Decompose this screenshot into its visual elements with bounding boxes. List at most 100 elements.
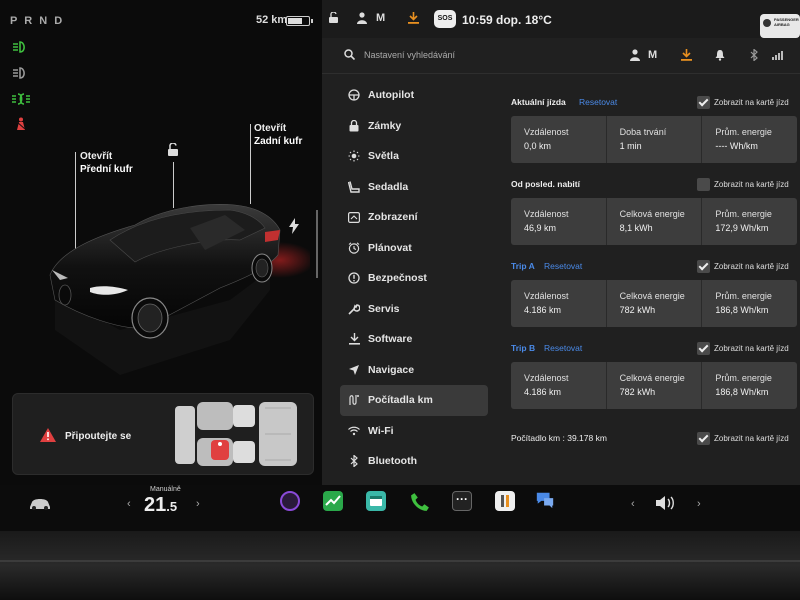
trip-a-header: Trip A Resetovat Zobrazit na kartě jízd bbox=[511, 260, 798, 274]
current-drive-reset-link[interactable]: Resetovat bbox=[579, 97, 617, 107]
lte-signal-icon bbox=[772, 51, 783, 60]
stat-value: 186,8 Wh/km bbox=[715, 305, 769, 315]
menu-item-software[interactable]: Software bbox=[340, 324, 488, 355]
stat-value: 1 min bbox=[619, 141, 642, 151]
current-drive-show-checkbox[interactable] bbox=[697, 96, 710, 109]
since-charge-show-checkbox[interactable] bbox=[697, 178, 710, 191]
download-update-icon[interactable] bbox=[681, 49, 692, 61]
menu-label: Plánovat bbox=[368, 241, 412, 254]
menu-item-seats[interactable]: Sedadla bbox=[340, 172, 488, 203]
stat-key: Celková energie bbox=[619, 291, 685, 301]
settings-menu: Autopilot Zámky Světla Sedadla Zobrazení… bbox=[340, 80, 488, 477]
stat-key: Vzdálenost bbox=[524, 127, 569, 137]
temp-down-arrow[interactable]: ‹ bbox=[127, 498, 131, 510]
show-on-card-label: Zobrazit na kartě jízd bbox=[714, 98, 789, 107]
temp-up-arrow[interactable]: › bbox=[196, 498, 200, 510]
stat-value: 46,9 km bbox=[524, 223, 557, 233]
stat-cell: Celková energie 782 kWh bbox=[607, 362, 703, 409]
settings-search-input[interactable] bbox=[364, 46, 564, 64]
seat-map-icon bbox=[175, 402, 297, 466]
trip-b-reset-link[interactable]: Resetovat bbox=[544, 343, 582, 353]
stat-cell: Vzdálenost 0,0 km bbox=[511, 116, 607, 163]
download-update-icon[interactable] bbox=[408, 12, 419, 24]
show-on-card-label: Zobrazit na kartě jízd bbox=[714, 344, 789, 353]
menu-item-display[interactable]: Zobrazení bbox=[340, 202, 488, 233]
volume-up-arrow[interactable]: › bbox=[697, 498, 701, 510]
odometer-show-checkbox[interactable] bbox=[697, 432, 710, 445]
stat-value: 782 kWh bbox=[619, 387, 656, 397]
odometer-readout: Počítadlo km : 39.178 km bbox=[511, 433, 607, 443]
menu-label: Wi-Fi bbox=[368, 424, 394, 437]
stat-value: 186,8 Wh/km bbox=[715, 387, 769, 397]
toybox-app-icon[interactable] bbox=[495, 491, 515, 511]
menu-item-trips[interactable]: Počítadla km bbox=[340, 385, 488, 416]
stat-key: Vzdálenost bbox=[524, 373, 569, 383]
stat-key: Celková energie bbox=[619, 373, 685, 383]
since-charge-header: Od posled. nabití Zobrazit na kartě jízd bbox=[511, 178, 798, 192]
bell-icon[interactable] bbox=[715, 49, 725, 61]
passenger-airbag-indicator: PASSENGER AIRBAG bbox=[760, 14, 800, 38]
energy-app-icon[interactable] bbox=[323, 491, 343, 511]
warning-triangle-icon bbox=[40, 428, 56, 442]
trunk-label[interactable]: Otevřít Zadní kufr bbox=[254, 122, 302, 148]
stat-key: Vzdálenost bbox=[524, 291, 569, 301]
stat-value: 782 kWh bbox=[619, 305, 656, 315]
calendar-app-icon[interactable] bbox=[366, 491, 386, 511]
seatbelt-warning-text: Připoutejte se bbox=[65, 431, 132, 442]
menu-item-locks[interactable]: Zámky bbox=[340, 111, 488, 142]
car-controls-icon[interactable] bbox=[28, 497, 52, 511]
menu-item-wifi[interactable]: Wi-Fi bbox=[340, 416, 488, 447]
unlock-status-icon[interactable] bbox=[328, 12, 340, 24]
stat-cell: Vzdálenost 4.186 km bbox=[511, 362, 607, 409]
menu-item-bluetooth[interactable]: Bluetooth bbox=[340, 446, 488, 477]
profile-name[interactable]: M bbox=[648, 49, 657, 61]
sun-icon bbox=[340, 149, 368, 163]
volume-down-arrow[interactable]: ‹ bbox=[631, 498, 635, 510]
trip-b-show-checkbox[interactable] bbox=[697, 342, 710, 355]
stat-key: Prům. energie bbox=[715, 127, 772, 137]
stat-key: Doba trvání bbox=[619, 127, 667, 137]
bluetooth-icon[interactable] bbox=[750, 49, 758, 61]
stat-value: ---- Wh/km bbox=[715, 141, 758, 151]
stat-cell: Vzdálenost 4.186 km bbox=[511, 280, 607, 327]
menu-item-service[interactable]: Servis bbox=[340, 294, 488, 325]
unlock-icon[interactable] bbox=[166, 142, 180, 162]
current-drive-card: Vzdálenost 0,0 km Doba trvání 1 min Prům. … bbox=[511, 116, 797, 163]
stat-cell: Celková energie 8,1 kWh bbox=[607, 198, 703, 245]
frunk-action: Otevřít bbox=[80, 151, 113, 162]
menu-item-safety[interactable]: Bezpečnost bbox=[340, 263, 488, 294]
messages-app-icon[interactable] bbox=[535, 490, 555, 510]
more-apps-icon[interactable]: ··· bbox=[452, 491, 472, 511]
show-on-card-label: Zobrazit na kartě jízd bbox=[714, 262, 789, 271]
menu-item-schedule[interactable]: Plánovat bbox=[340, 233, 488, 264]
info-circle-icon bbox=[340, 271, 368, 285]
range-readout: 52 km bbox=[256, 14, 288, 26]
car-illustration bbox=[40, 180, 315, 380]
lock-icon bbox=[340, 119, 368, 133]
cabin-temperature[interactable]: 21.5 bbox=[144, 494, 177, 517]
stat-value: 4.186 km bbox=[524, 387, 562, 397]
volume-icon[interactable] bbox=[655, 495, 677, 511]
menu-item-lights[interactable]: Světla bbox=[340, 141, 488, 172]
seatbelt-warning-icon bbox=[11, 117, 31, 131]
auto-headlight-icon bbox=[11, 66, 31, 80]
trip-a-show-checkbox[interactable] bbox=[697, 260, 710, 273]
phone-app-icon[interactable] bbox=[410, 492, 430, 512]
steering-wheel-icon bbox=[340, 88, 368, 102]
menu-label: Autopilot bbox=[368, 89, 415, 102]
menu-item-navigation[interactable]: Navigace bbox=[340, 355, 488, 386]
wifi-icon bbox=[340, 424, 368, 438]
sos-button[interactable]: SOS bbox=[434, 10, 456, 28]
menu-label: Servis bbox=[368, 302, 400, 315]
camera-app-icon[interactable] bbox=[280, 491, 300, 511]
menu-item-autopilot[interactable]: Autopilot bbox=[340, 80, 488, 111]
current-drive-title: Aktuální jízda bbox=[511, 97, 566, 107]
profile-icon[interactable] bbox=[630, 49, 640, 61]
touchscreen: P R N D 52 km Otevřít Přední kufr Otevří… bbox=[0, 0, 800, 485]
stat-value: 172,9 Wh/km bbox=[715, 223, 769, 233]
frunk-label[interactable]: Otevřít Přední kufr bbox=[80, 150, 133, 176]
temp-integer: 21 bbox=[144, 494, 167, 516]
profile-icon[interactable] bbox=[357, 12, 367, 24]
trip-a-reset-link[interactable]: Resetovat bbox=[544, 261, 582, 271]
profile-name[interactable]: M bbox=[376, 12, 385, 24]
